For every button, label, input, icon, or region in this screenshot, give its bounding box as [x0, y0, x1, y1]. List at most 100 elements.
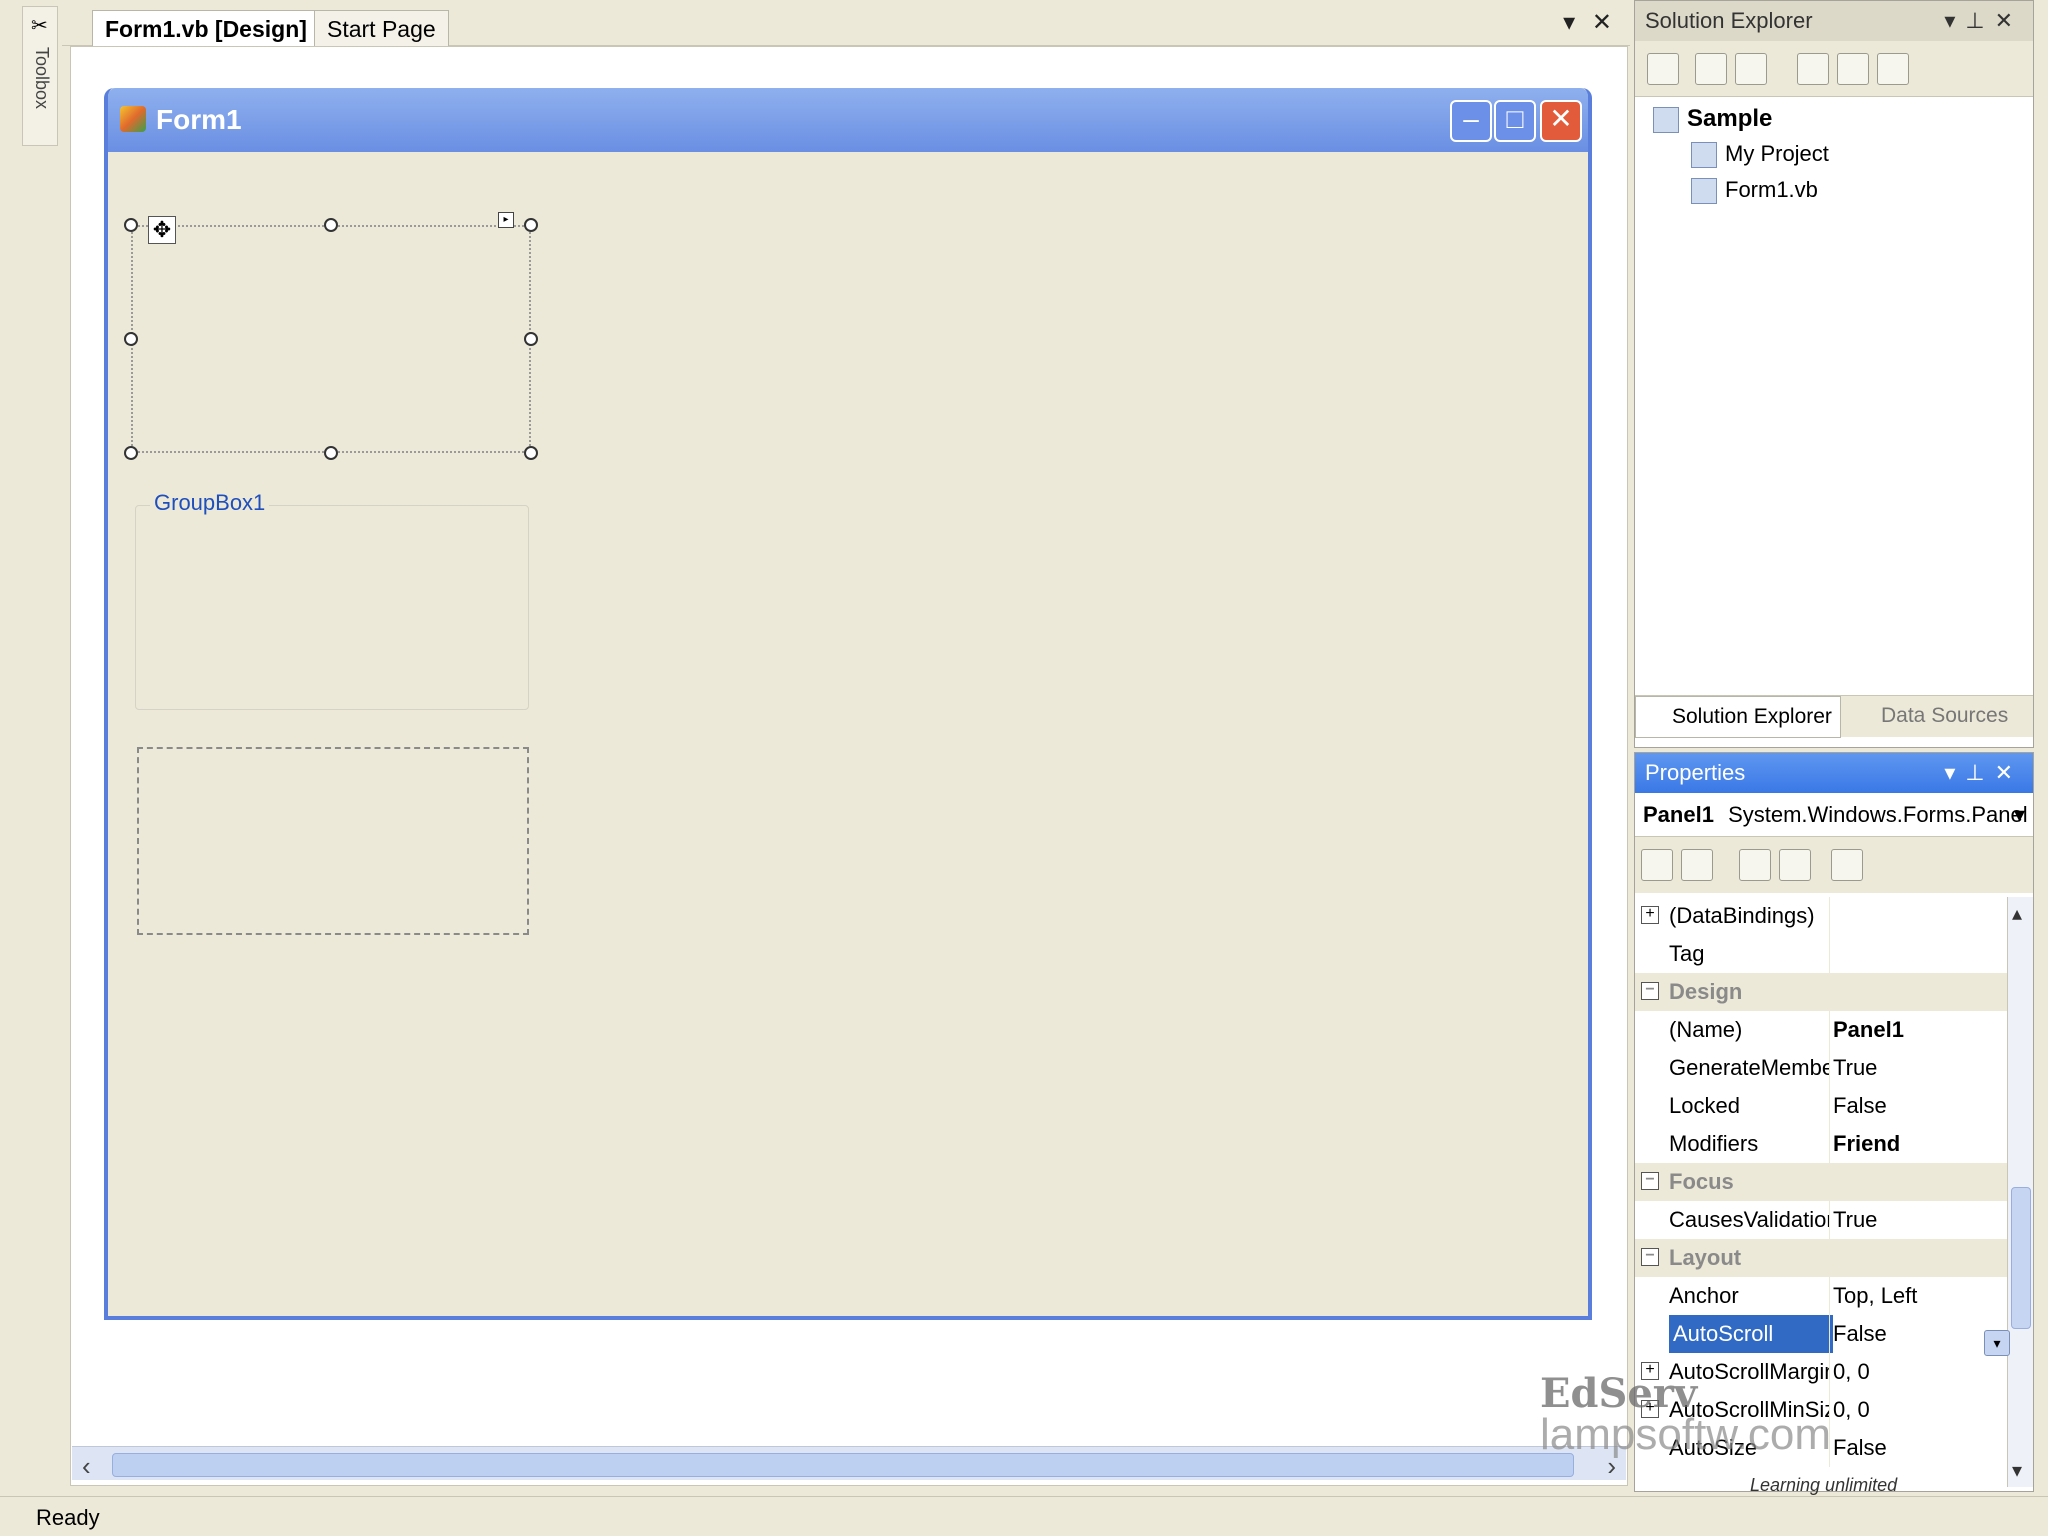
tree-item-sample[interactable]: Sample: [1653, 105, 1772, 133]
property-row[interactable]: + (DataBindings): [1635, 897, 2007, 935]
pin-icon[interactable]: ⊥: [1965, 8, 1994, 33]
column-divider[interactable]: [1829, 897, 1830, 935]
view-designer-icon[interactable]: [1837, 53, 1869, 85]
resize-handle-sw[interactable]: [124, 446, 138, 460]
panel2[interactable]: [137, 747, 529, 935]
categorized-icon[interactable]: [1641, 849, 1673, 881]
property-value[interactable]: 0, 0: [1833, 1391, 2003, 1429]
document-tabs: Form1.vb [Design] Start Page ▾ ✕: [62, 0, 1630, 47]
property-row[interactable]: Tag: [1635, 935, 2007, 973]
property-row[interactable]: CausesValidation True: [1635, 1201, 2007, 1239]
scroll-left-icon[interactable]: ‹: [82, 1451, 91, 1482]
object-dropdown-icon[interactable]: ▾: [2014, 793, 2025, 837]
property-row[interactable]: AutoScroll False: [1635, 1315, 2007, 1353]
move-glyph-icon[interactable]: ✥: [148, 216, 176, 244]
events-icon[interactable]: [1779, 849, 1811, 881]
property-grid-scrollbar[interactable]: ▴ ▾: [2007, 897, 2033, 1487]
properties-view-icon[interactable]: [1739, 849, 1771, 881]
collapse-icon[interactable]: −: [1641, 1248, 1659, 1266]
solution-explorer-bottom-tabs: Solution Explorer Data Sources: [1635, 695, 2033, 738]
property-name: Focus: [1669, 1169, 1734, 1194]
property-value[interactable]: False: [1833, 1429, 2003, 1467]
collapse-icon[interactable]: −: [1641, 982, 1659, 1000]
property-value[interactable]: Friend: [1833, 1125, 2003, 1163]
property-name: GenerateMember: [1669, 1055, 1829, 1080]
property-category[interactable]: − Design: [1635, 973, 2007, 1011]
class-diagram-icon[interactable]: [1877, 53, 1909, 85]
tree-item-form1[interactable]: Form1.vb: [1691, 177, 1818, 205]
column-divider[interactable]: [1829, 1087, 1830, 1125]
property-value[interactable]: False: [1833, 1315, 2003, 1353]
toolbox-tab[interactable]: ✂ Toolbox: [22, 6, 58, 146]
my-project-icon: [1691, 142, 1717, 169]
property-row[interactable]: GenerateMember True: [1635, 1049, 2007, 1087]
property-row[interactable]: Anchor Top, Left: [1635, 1277, 2007, 1315]
resize-handle-ne[interactable]: [524, 218, 538, 232]
resize-handle-e[interactable]: [524, 332, 538, 346]
property-name: Locked: [1669, 1093, 1740, 1118]
resize-handle-w[interactable]: [124, 332, 138, 346]
close-button[interactable]: ✕: [1540, 100, 1582, 142]
column-divider[interactable]: [1829, 1315, 1830, 1353]
property-pages-icon[interactable]: [1831, 849, 1863, 881]
scroll-down-icon[interactable]: ▾: [2012, 1458, 2022, 1483]
column-divider[interactable]: [1829, 1049, 1830, 1087]
resize-handle-n[interactable]: [324, 218, 338, 232]
horizontal-scroll-thumb[interactable]: [112, 1453, 1574, 1477]
tree-item-my-project[interactable]: My Project: [1691, 141, 1829, 169]
property-value[interactable]: True: [1833, 1049, 2003, 1087]
horizontal-scrollbar[interactable]: ‹ ›: [72, 1446, 1626, 1482]
column-divider[interactable]: [1829, 935, 1830, 973]
panel1-selected[interactable]: [131, 225, 531, 453]
tab-dropdown-icon[interactable]: ▾: [1563, 9, 1575, 36]
property-value[interactable]: False: [1833, 1087, 2003, 1125]
form-titlebar[interactable]: Form1 – □ ✕: [108, 88, 1588, 152]
close-panel-icon[interactable]: ✕: [1995, 8, 2023, 33]
scroll-up-icon[interactable]: ▴: [2012, 901, 2022, 926]
property-value[interactable]: 0, 0: [1833, 1353, 2003, 1391]
collapse-icon[interactable]: −: [1641, 1172, 1659, 1190]
property-name: AutoScroll: [1669, 1315, 1833, 1353]
window-position-icon[interactable]: ▾: [1944, 8, 1965, 33]
tab-data-sources[interactable]: Data Sources: [1845, 696, 2016, 736]
property-row[interactable]: Locked False: [1635, 1087, 2007, 1125]
smart-tag-icon[interactable]: ▸: [498, 212, 514, 228]
property-row[interactable]: (Name) Panel1: [1635, 1011, 2007, 1049]
minimize-button[interactable]: –: [1450, 100, 1492, 142]
expand-icon[interactable]: +: [1641, 906, 1659, 924]
refresh-icon[interactable]: [1735, 53, 1767, 85]
column-divider[interactable]: [1829, 1011, 1830, 1049]
value-dropdown-icon[interactable]: ▾: [1984, 1330, 2010, 1356]
tab-solution-explorer[interactable]: Solution Explorer: [1635, 696, 1841, 738]
maximize-button[interactable]: □: [1494, 100, 1536, 142]
column-divider[interactable]: [1829, 1125, 1830, 1163]
property-row[interactable]: Modifiers Friend: [1635, 1125, 2007, 1163]
property-value[interactable]: Panel1: [1833, 1011, 2003, 1049]
properties-tool-icon[interactable]: [1647, 53, 1679, 85]
column-divider[interactable]: [1829, 1353, 1830, 1391]
property-value[interactable]: Top, Left: [1833, 1277, 2003, 1315]
column-divider[interactable]: [1829, 1201, 1830, 1239]
tab-start-page[interactable]: Start Page: [314, 10, 449, 47]
close-panel-icon[interactable]: ✕: [1995, 760, 2023, 785]
resize-handle-se[interactable]: [524, 446, 538, 460]
watermark-tagline: Learning unlimited: [1750, 1475, 1898, 1495]
tab-form1-design[interactable]: Form1.vb [Design]: [92, 10, 320, 47]
property-category[interactable]: − Focus: [1635, 1163, 2007, 1201]
properties-header: Properties ▾⊥✕: [1635, 753, 2033, 793]
resize-handle-s[interactable]: [324, 446, 338, 460]
property-value[interactable]: True: [1833, 1201, 2003, 1239]
show-all-files-icon[interactable]: [1695, 53, 1727, 85]
form-title: Form1: [156, 104, 242, 135]
alphabetical-icon[interactable]: [1681, 849, 1713, 881]
property-category[interactable]: − Layout: [1635, 1239, 2007, 1277]
resize-handle-nw[interactable]: [124, 218, 138, 232]
close-document-icon[interactable]: ✕: [1592, 9, 1612, 36]
view-code-icon[interactable]: [1797, 53, 1829, 85]
object-selector[interactable]: Panel1 System.Windows.Forms.Panel ▾: [1635, 793, 2033, 837]
groupbox1[interactable]: [135, 505, 529, 710]
vertical-scroll-thumb[interactable]: [2011, 1187, 2031, 1329]
window-position-icon[interactable]: ▾: [1944, 760, 1965, 785]
column-divider[interactable]: [1829, 1277, 1830, 1315]
pin-icon[interactable]: ⊥: [1965, 760, 1994, 785]
